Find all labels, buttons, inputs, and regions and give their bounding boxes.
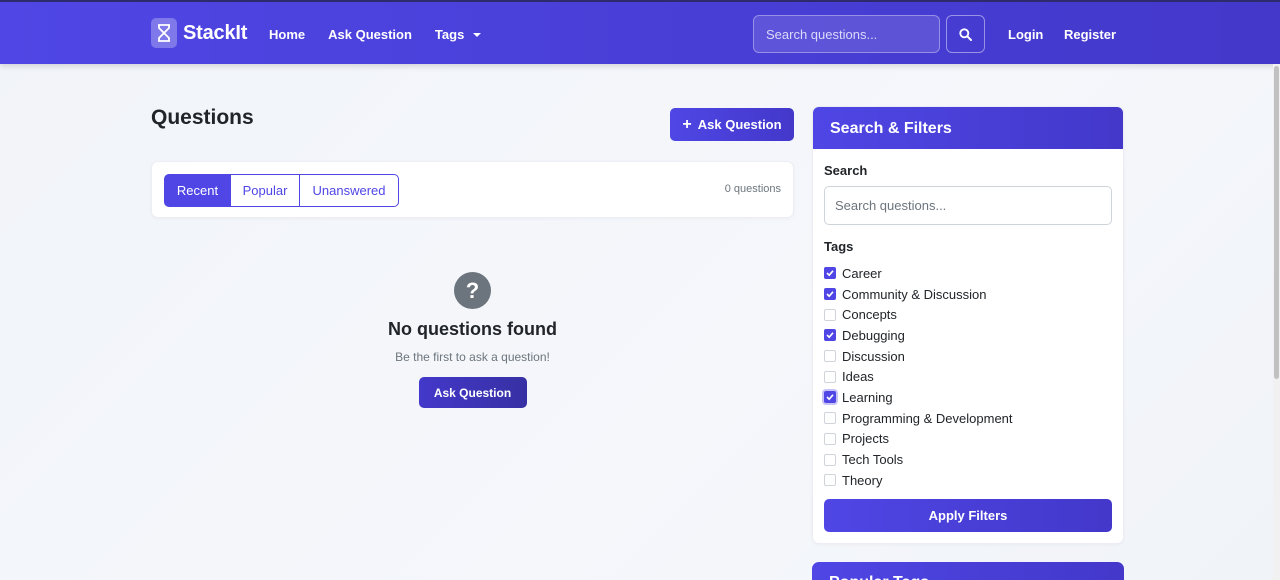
tag-checkbox[interactable] [824, 288, 836, 301]
tag-checkbox[interactable] [824, 412, 836, 425]
register-link[interactable]: Register [1064, 2, 1116, 66]
search-icon [959, 27, 972, 41]
tag-name: Projects [842, 431, 889, 447]
ask-question-button[interactable]: + Ask Question [670, 108, 794, 141]
tag-checkbox[interactable] [824, 474, 836, 487]
tag-filter-learning[interactable]: Learning [824, 387, 1013, 408]
navbar-search-input[interactable] [753, 15, 940, 53]
empty-state-subtitle: Be the first to ask a question! [395, 350, 550, 364]
search-filters-card: Search & Filters Search Tags Career Comm… [812, 106, 1124, 544]
tag-checkbox[interactable] [824, 391, 836, 404]
caret-down-icon [473, 32, 482, 37]
tag-name: Discussion [842, 348, 905, 364]
brand-link[interactable]: StackIt [151, 18, 247, 48]
check-icon [826, 332, 834, 339]
tag-name: Debugging [842, 327, 905, 343]
tag-filter-community-discussion[interactable]: Community & Discussion [824, 284, 1013, 305]
check-icon [826, 394, 834, 401]
tag-filter-projects[interactable]: Projects [824, 429, 1013, 450]
tag-filter-ideas[interactable]: Ideas [824, 366, 1013, 387]
page-scrollbar-thumb[interactable] [1274, 66, 1279, 379]
ask-question-label: Ask Question [697, 117, 782, 132]
nav-home-link[interactable]: Home [269, 27, 305, 42]
page-title: Questions [151, 106, 254, 129]
tag-name: Community & Discussion [842, 286, 987, 302]
tag-filter-career[interactable]: Career [824, 263, 1013, 284]
empty-ask-question-button[interactable]: Ask Question [418, 377, 527, 408]
question-circle-icon: ? [454, 272, 491, 309]
search-label: Search [824, 163, 868, 178]
tab-popular[interactable]: Popular [230, 174, 300, 207]
tab-unanswered[interactable]: Unanswered [299, 174, 399, 207]
plus-icon: + [682, 115, 692, 133]
tag-checkbox[interactable] [824, 432, 836, 445]
hourglass-icon [151, 18, 177, 48]
tag-name: Learning [842, 389, 893, 405]
filters-header: Search & Filters [813, 107, 1123, 149]
login-link[interactable]: Login [1008, 2, 1043, 66]
tag-filter-programming-development[interactable]: Programming & Development [824, 408, 1013, 429]
check-icon [826, 270, 834, 277]
empty-state-title: No questions found [388, 319, 557, 339]
nav-tags-dropdown[interactable]: Tags [434, 26, 482, 42]
tag-checkbox[interactable] [824, 329, 836, 342]
nav-tags-label: Tags [434, 26, 465, 42]
tag-filter-theory[interactable]: Theory [824, 470, 1013, 491]
check-icon [826, 291, 834, 298]
tag-checkbox[interactable] [824, 370, 836, 383]
empty-state: ? No questions found Be the first to ask… [151, 272, 794, 408]
nav-links: Home Ask Question Tags [269, 2, 504, 66]
tag-checkbox-list: Career Community & Discussion Concepts D… [824, 263, 1013, 491]
tag-checkbox[interactable] [824, 308, 836, 321]
tag-name: Theory [842, 472, 883, 488]
brand-name: StackIt [183, 21, 248, 44]
tag-name: Ideas [842, 369, 874, 385]
tag-checkbox[interactable] [824, 350, 836, 363]
navbar-search-button[interactable] [946, 15, 985, 53]
nav-ask-question-link[interactable]: Ask Question [328, 27, 412, 42]
tag-name: Programming & Development [842, 410, 1013, 426]
tags-label: Tags [824, 239, 854, 254]
popular-tags-header: Popular Tags [812, 562, 1124, 580]
question-count: 0 questions [724, 183, 781, 195]
tab-recent[interactable]: Recent [164, 174, 231, 207]
tag-name: Career [842, 265, 882, 281]
tag-name: Concepts [842, 307, 897, 323]
tag-filter-tech-tools[interactable]: Tech Tools [824, 449, 1013, 470]
apply-filters-button[interactable]: Apply Filters [824, 499, 1112, 532]
tag-checkbox[interactable] [824, 267, 836, 280]
tag-name: Tech Tools [842, 452, 904, 468]
tag-filter-debugging[interactable]: Debugging [824, 325, 1013, 346]
top-navbar: StackIt Home Ask Question Tags Login Reg… [0, 0, 1280, 64]
tag-filter-concepts[interactable]: Concepts [824, 304, 1013, 325]
sort-tabs: Recent Popular Unanswered [164, 174, 399, 207]
question-tabs-card: Recent Popular Unanswered 0 questions [151, 161, 794, 218]
tag-checkbox[interactable] [824, 453, 836, 466]
tag-filter-discussion[interactable]: Discussion [824, 346, 1013, 367]
filter-search-input[interactable] [824, 186, 1112, 225]
